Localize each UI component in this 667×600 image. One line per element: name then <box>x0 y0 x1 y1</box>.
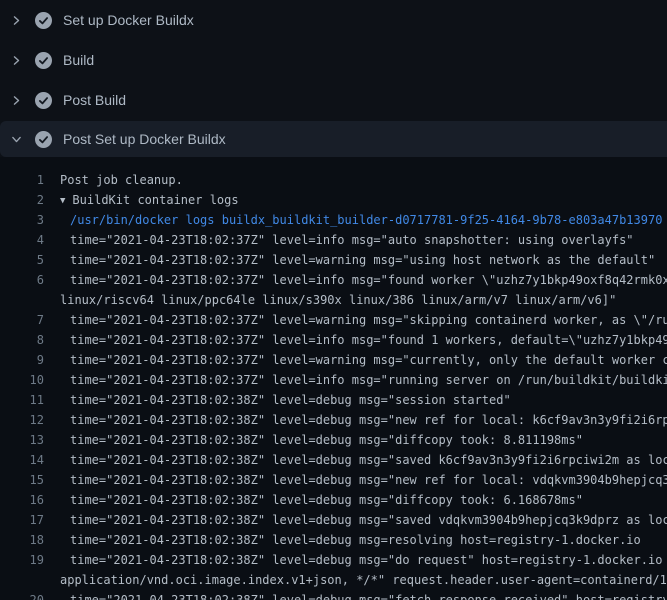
log-row: 13 time="2021-04-23T18:02:38Z" level=debu… <box>0 430 667 450</box>
line-number[interactable]: 20 <box>0 590 44 600</box>
chevron-down-icon <box>8 131 24 147</box>
step-list: Set up Docker Buildx Build Post Build Post … <box>0 0 667 157</box>
line-number[interactable]: 10 <box>0 370 44 390</box>
log-text: /usr/bin/docker logs buildx_buildkit_bui… <box>70 210 662 230</box>
log-area[interactable]: 1 Post job cleanup. 2 ▼ BuildKit container l… <box>0 157 667 600</box>
line-number[interactable] <box>0 570 44 590</box>
log-row: 6 time="2021-04-23T18:02:37Z" level=info … <box>0 270 667 290</box>
check-circle-icon <box>35 52 52 69</box>
log-row: 4 time="2021-04-23T18:02:37Z" level=info … <box>0 230 667 250</box>
step-label: Post Build <box>63 92 126 108</box>
step-row-set-up-docker-buildx[interactable]: Set up Docker Buildx <box>0 0 667 40</box>
log-row: 14 time="2021-04-23T18:02:38Z" level=debu… <box>0 450 667 470</box>
group-title: BuildKit container logs <box>72 193 238 207</box>
step-row-post-build[interactable]: Post Build <box>0 80 667 120</box>
line-number[interactable]: 18 <box>0 530 44 550</box>
log-text: time="2021-04-23T18:02:38Z" level=debug … <box>70 390 511 410</box>
line-number[interactable]: 14 <box>0 450 44 470</box>
log-row: 15 time="2021-04-23T18:02:38Z" level=debu… <box>0 470 667 490</box>
check-circle-icon <box>35 131 52 148</box>
line-number[interactable]: 2 <box>0 190 44 210</box>
line-number[interactable]: 6 <box>0 270 44 290</box>
log-text: Post job cleanup. <box>60 170 183 190</box>
log-text: time="2021-04-23T18:02:38Z" level=debug … <box>70 450 667 470</box>
group-expander-icon[interactable]: ▼ <box>60 191 65 210</box>
line-number[interactable]: 11 <box>0 390 44 410</box>
line-number[interactable] <box>0 290 44 310</box>
log-text: time="2021-04-23T18:02:38Z" level=debug … <box>70 470 667 490</box>
log-row: 5 time="2021-04-23T18:02:37Z" level=warni… <box>0 250 667 270</box>
log-text: time="2021-04-23T18:02:37Z" level=info m… <box>70 370 667 390</box>
line-number[interactable]: 16 <box>0 490 44 510</box>
log-text: time="2021-04-23T18:02:37Z" level=info m… <box>70 270 667 290</box>
log-row: 11 time="2021-04-23T18:02:38Z" level=debu… <box>0 390 667 410</box>
line-number[interactable]: 9 <box>0 350 44 370</box>
log-row: 8 time="2021-04-23T18:02:37Z" level=info … <box>0 330 667 350</box>
line-number[interactable]: 17 <box>0 510 44 530</box>
log-row: 20 time="2021-04-23T18:02:38Z" level=debu… <box>0 590 667 600</box>
log-text: time="2021-04-23T18:02:38Z" level=debug … <box>70 590 667 600</box>
log-row: 18 time="2021-04-23T18:02:38Z" level=debu… <box>0 530 667 550</box>
log-text: time="2021-04-23T18:02:37Z" level=warnin… <box>70 350 667 370</box>
line-number[interactable]: 12 <box>0 410 44 430</box>
log-row: application/vnd.oci.image.index.v1+json,… <box>0 570 667 590</box>
line-number[interactable]: 13 <box>0 430 44 450</box>
log-row: 1 Post job cleanup. <box>0 170 667 190</box>
chevron-right-icon <box>8 52 24 68</box>
line-number[interactable]: 4 <box>0 230 44 250</box>
step-label: Post Set up Docker Buildx <box>63 131 226 147</box>
log-text: application/vnd.oci.image.index.v1+json,… <box>60 570 667 590</box>
log-text: time="2021-04-23T18:02:38Z" level=debug … <box>70 490 583 510</box>
log-row: 7 time="2021-04-23T18:02:37Z" level=warni… <box>0 310 667 330</box>
log-row: 10 time="2021-04-23T18:02:37Z" level=info… <box>0 370 667 390</box>
log-row: 12 time="2021-04-23T18:02:38Z" level=debu… <box>0 410 667 430</box>
log-text: time="2021-04-23T18:02:38Z" level=debug … <box>70 430 583 450</box>
line-number[interactable]: 3 <box>0 210 44 230</box>
line-number[interactable]: 15 <box>0 470 44 490</box>
log-row: 3/usr/bin/docker logs buildx_buildkit_bu… <box>0 210 667 230</box>
step-row-post-set-up-docker-buildx[interactable]: Post Set up Docker Buildx <box>0 121 667 157</box>
line-number[interactable]: 1 <box>0 170 44 190</box>
line-number[interactable]: 5 <box>0 250 44 270</box>
log-text: time="2021-04-23T18:02:37Z" level=warnin… <box>70 310 667 330</box>
line-number[interactable]: 19 <box>0 550 44 570</box>
log-row: 9 time="2021-04-23T18:02:37Z" level=warni… <box>0 350 667 370</box>
check-circle-icon <box>35 12 52 29</box>
log-text: time="2021-04-23T18:02:38Z" level=debug … <box>70 510 667 530</box>
log-text: time="2021-04-23T18:02:38Z" level=debug … <box>70 530 641 550</box>
log-text: time="2021-04-23T18:02:37Z" level=info m… <box>70 230 634 250</box>
log-text: time="2021-04-23T18:02:38Z" level=debug … <box>70 550 667 570</box>
log-text: time="2021-04-23T18:02:38Z" level=debug … <box>70 410 667 430</box>
step-label: Build <box>63 52 94 68</box>
chevron-right-icon <box>8 92 24 108</box>
log-text: time="2021-04-23T18:02:37Z" level=warnin… <box>70 250 655 270</box>
log-row: 17 time="2021-04-23T18:02:38Z" level=debu… <box>0 510 667 530</box>
line-number[interactable]: 8 <box>0 330 44 350</box>
chevron-right-icon <box>8 12 24 28</box>
log-row: linux/riscv64 linux/ppc64le linux/s390x … <box>0 290 667 310</box>
log-text: time="2021-04-23T18:02:37Z" level=info m… <box>70 330 667 350</box>
line-number[interactable]: 7 <box>0 310 44 330</box>
check-circle-icon <box>35 92 52 109</box>
log-row: 16 time="2021-04-23T18:02:38Z" level=debu… <box>0 490 667 510</box>
step-label: Set up Docker Buildx <box>63 12 194 28</box>
log-row: 19 time="2021-04-23T18:02:38Z" level=debu… <box>0 550 667 570</box>
step-row-build[interactable]: Build <box>0 40 667 80</box>
actions-log-panel: Set up Docker Buildx Build Post Build Post … <box>0 0 667 600</box>
log-row: 2 ▼ BuildKit container logs <box>0 190 667 210</box>
log-text: linux/riscv64 linux/ppc64le linux/s390x … <box>60 290 616 310</box>
log-text: ▼ BuildKit container logs <box>60 190 239 210</box>
